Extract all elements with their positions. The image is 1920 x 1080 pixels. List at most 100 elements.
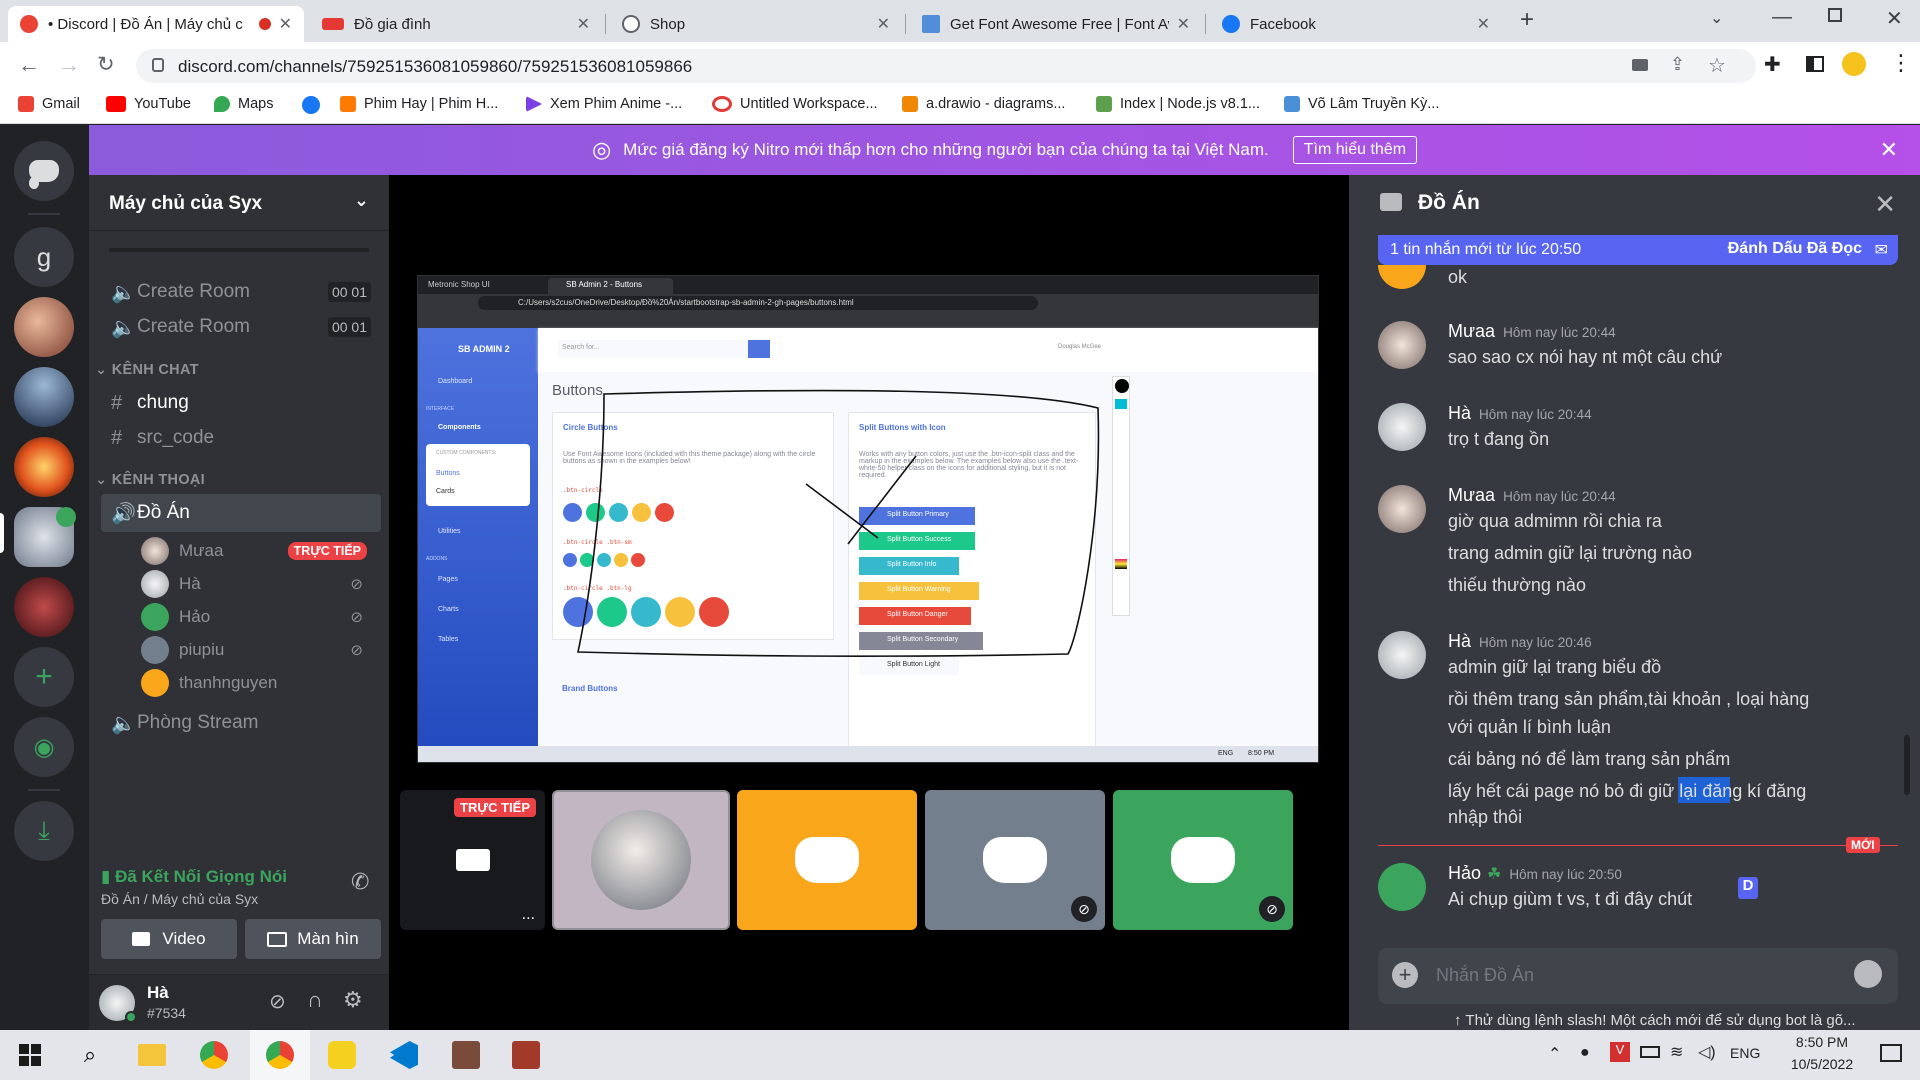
notification-icon[interactable]	[1880, 1044, 1902, 1062]
avatar[interactable]	[1378, 485, 1426, 533]
category-text-channels[interactable]: ⌄ KÊNH CHAT	[95, 362, 199, 378]
bookmark-nodejs[interactable]: Index | Node.js v8.1...	[1096, 96, 1260, 112]
message-author[interactable]: Mưaa	[1448, 485, 1495, 505]
voice-user-piupiu[interactable]: piupiu ⊘	[141, 632, 371, 668]
new-tab-button[interactable]: +	[1520, 6, 1534, 34]
tray-app-icon[interactable]: V	[1610, 1042, 1630, 1062]
bookmark-workspace[interactable]: Untitled Workspace...	[712, 96, 878, 112]
chrome-profile-icon[interactable]	[262, 1038, 298, 1072]
chrome-icon[interactable]	[196, 1038, 232, 1072]
minimize-button[interactable]: —	[1772, 6, 1792, 29]
close-tab-icon[interactable]: ✕	[577, 14, 590, 34]
maximize-button[interactable]	[1828, 8, 1842, 22]
category-voice-channels[interactable]: ⌄ KÊNH THOẠI	[95, 472, 205, 488]
avatar[interactable]	[1378, 863, 1426, 911]
close-tab-icon[interactable]: ✕	[279, 14, 292, 34]
scrollbar[interactable]	[1904, 735, 1910, 795]
url-bar[interactable]: discord.com/channels/759251536081059860/…	[136, 49, 1756, 83]
forward-button[interactable]: →	[58, 52, 80, 78]
participant-tile-muaa[interactable]	[552, 790, 730, 930]
extensions-icon[interactable]: ✚	[1764, 52, 1781, 77]
game-app-icon[interactable]	[508, 1038, 544, 1072]
back-button[interactable]: ←	[18, 52, 40, 78]
bookmark-gmail[interactable]: Gmail	[18, 96, 80, 112]
bookmark-youtube[interactable]: YouTube	[106, 96, 191, 112]
message-input[interactable]: + Nhắn Đồ Án	[1378, 948, 1898, 1004]
volume-icon[interactable]: ◁)	[1698, 1042, 1716, 1062]
server-header[interactable]: Máy chủ của Syx ⌄	[89, 175, 389, 231]
camera-icon[interactable]	[1632, 59, 1648, 71]
clock[interactable]: 8:50 PM 10/5/2022	[1784, 1034, 1860, 1072]
side-panel-icon[interactable]	[1806, 56, 1824, 72]
message-author[interactable]: Mưaa	[1448, 321, 1495, 341]
message-author[interactable]: Hà	[1448, 403, 1471, 423]
d-reaction-icon[interactable]: D	[1738, 877, 1758, 899]
server-avatar-1[interactable]	[14, 297, 74, 357]
voice-user-ha[interactable]: Hà ⊘	[141, 566, 371, 602]
settings-gear-icon[interactable]: ⚙	[343, 987, 363, 1013]
bookmark-facebook[interactable]	[302, 96, 328, 114]
close-banner-icon[interactable]: ✕	[1880, 137, 1898, 163]
more-options-icon[interactable]: ...	[522, 906, 535, 924]
tray-chevron-icon[interactable]: ⌃	[1548, 1044, 1561, 1064]
wifi-icon[interactable]: ≋	[1670, 1042, 1683, 1062]
message-author[interactable]: Hà	[1448, 631, 1471, 651]
explore-servers-icon[interactable]: ◉	[14, 717, 74, 777]
message-author[interactable]: Hảo	[1448, 863, 1481, 883]
app-icon[interactable]	[324, 1038, 360, 1072]
emoji-icon[interactable]	[1854, 960, 1882, 988]
voice-user-muaa[interactable]: Mưaa TRỰC TIẾP	[141, 533, 371, 569]
windows-start-icon[interactable]	[12, 1038, 48, 1072]
close-tab-icon[interactable]: ✕	[877, 14, 890, 34]
server-avatar-3[interactable]	[14, 437, 74, 497]
bookmark-drawio[interactable]: a.drawio - diagrams...	[902, 96, 1065, 112]
profile-avatar[interactable]	[1842, 52, 1866, 76]
tab-search-icon[interactable]: ⌄	[1710, 8, 1723, 28]
menu-icon[interactable]: ⋮	[1890, 50, 1912, 76]
text-channel-src-code[interactable]: # src_code	[101, 419, 381, 457]
headphones-icon[interactable]: ∩	[307, 987, 323, 1013]
avatar[interactable]	[1378, 631, 1426, 679]
learn-more-button[interactable]: Tìm hiểu thêm	[1292, 136, 1418, 164]
server-avatar-5[interactable]	[14, 577, 74, 637]
tab-discord[interactable]: • Discord | Đồ Án | Máy chủ c ✕	[8, 6, 304, 42]
shared-screen[interactable]: Metronic Shop UI SB Admin 2 - Buttons C:…	[417, 275, 1319, 763]
video-button[interactable]: Video	[101, 919, 237, 959]
mute-mic-icon[interactable]: ⊘	[269, 989, 286, 1014]
game-app-icon[interactable]	[448, 1038, 484, 1072]
participant-tile-piupiu[interactable]: ⊘	[925, 790, 1105, 930]
microphone-icon[interactable]: ●	[1580, 1044, 1590, 1062]
text-channel-chung[interactable]: # chung	[101, 384, 381, 422]
tab-shop[interactable]: Shop ✕	[610, 6, 902, 42]
bookmark-anime[interactable]: Xem Phim Anime -...	[526, 96, 682, 112]
stream-preview-tile[interactable]: TRỰC TIẾP ...	[400, 790, 545, 930]
bookmark-maps[interactable]: Maps	[214, 96, 273, 112]
participant-tile-thanhnguyen[interactable]	[737, 790, 917, 930]
avatar[interactable]	[1378, 403, 1426, 451]
avatar[interactable]	[1378, 321, 1426, 369]
mark-as-read-button[interactable]: Đánh Dấu Đã Đọc	[1728, 240, 1862, 258]
bookmark-vo-lam[interactable]: Võ Lâm Truyền Kỳ...	[1284, 96, 1439, 112]
participant-tile-hao[interactable]: ⊘	[1113, 790, 1293, 930]
tab-do-gia-dinh[interactable]: Đồ gia đình ✕	[310, 6, 602, 42]
add-attachment-icon[interactable]: +	[1392, 962, 1418, 988]
search-icon[interactable]: ⌕	[72, 1038, 108, 1072]
bookmark-phim-hay[interactable]: Phim Hay | Phim H...	[340, 96, 498, 112]
vscode-icon[interactable]	[386, 1038, 422, 1072]
server-avatar-2[interactable]	[14, 367, 74, 427]
close-tab-icon[interactable]: ✕	[1177, 14, 1190, 34]
tab-facebook[interactable]: Facebook ✕	[1210, 6, 1502, 42]
tab-font-awesome[interactable]: Get Font Awesome Free | Font Av ✕	[910, 6, 1202, 42]
add-server-icon[interactable]: +	[14, 647, 74, 707]
voice-user-thanhnguyen[interactable]: thanhnguyen	[141, 665, 371, 701]
server-g-icon[interactable]: g	[14, 227, 74, 287]
voice-channel-create-room-1[interactable]: 🔈 Create Room 00 01	[101, 273, 381, 311]
voice-channel-phong-stream[interactable]: 🔈 Phòng Stream	[101, 704, 381, 742]
voice-channel-create-room-2[interactable]: 🔈 Create Room 00 01	[101, 308, 381, 346]
download-apps-icon[interactable]: ⤓	[14, 801, 74, 861]
voice-channel-do-an[interactable]: 🔊 Đồ Án	[101, 494, 381, 532]
reload-button[interactable]: ↻	[97, 52, 115, 77]
new-messages-bar[interactable]: 1 tin nhắn mới từ lúc 20:50 Đánh Dấu Đã …	[1378, 235, 1898, 265]
star-icon[interactable]: ☆	[1708, 53, 1726, 78]
language-indicator[interactable]: ENG	[1730, 1045, 1760, 1061]
